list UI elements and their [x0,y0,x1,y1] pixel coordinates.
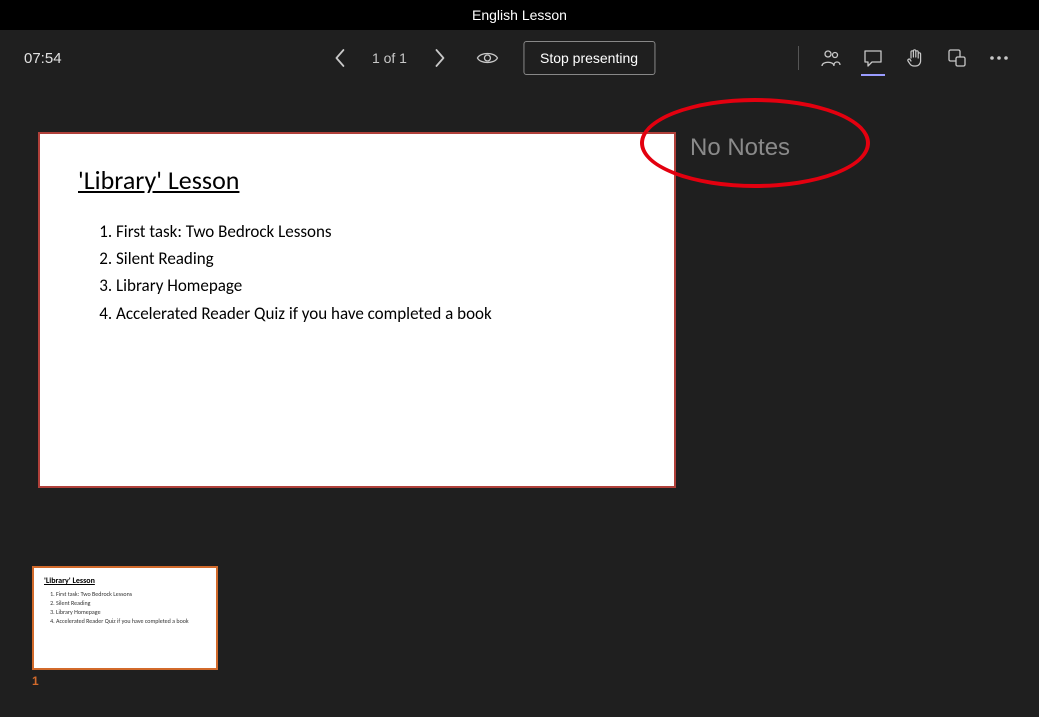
ellipsis-icon [989,55,1009,61]
next-slide-button[interactable] [423,42,455,74]
more-actions-button[interactable] [979,38,1019,78]
stop-presenting-button[interactable]: Stop presenting [523,41,655,75]
chat-button[interactable] [853,38,893,78]
list-item: Accelerated Reader Quiz if you have comp… [56,617,206,626]
thumbnail-strip: 'Library' Lesson First task: Two Bedrock… [32,566,218,688]
chevron-left-icon [333,48,347,68]
list-item: Silent Reading [116,245,636,272]
slide-thumbnail[interactable]: 'Library' Lesson First task: Two Bedrock… [32,566,218,670]
chat-icon [863,48,883,68]
elapsed-timer: 07:54 [24,50,62,67]
thumbnail-number: 1 [32,674,218,688]
thumb-title: 'Library' Lesson [44,576,206,586]
content-area: 'Library' Lesson First task: Two Bedrock… [0,86,1039,717]
participants-button[interactable] [811,38,851,78]
slide-counter: 1 of 1 [364,50,415,66]
current-slide: 'Library' Lesson First task: Two Bedrock… [38,132,676,488]
slide-list: First task: Two Bedrock Lessons Silent R… [78,218,636,327]
presenter-toolbar: 07:54 1 of 1 Stop presenting [0,30,1039,86]
breakout-rooms-button[interactable] [937,38,977,78]
list-item: First task: Two Bedrock Lessons [56,590,206,599]
view-button[interactable] [469,42,505,74]
chevron-right-icon [432,48,446,68]
notes-panel: No Notes [690,134,790,162]
list-item: Library Homepage [116,272,636,299]
rooms-icon [947,48,967,68]
list-item: Accelerated Reader Quiz if you have comp… [116,300,636,327]
list-item: First task: Two Bedrock Lessons [116,218,636,245]
raise-hand-button[interactable] [895,38,935,78]
slide-title: 'Library' Lesson [78,164,636,196]
hand-icon [905,48,925,68]
people-icon [821,48,841,68]
title-bar: English Lesson [0,0,1039,30]
prev-slide-button[interactable] [324,42,356,74]
right-controls [788,38,1019,78]
thumb-list: First task: Two Bedrock Lessons Silent R… [44,590,206,626]
list-item: Library Homepage [56,608,206,617]
center-controls: 1 of 1 Stop presenting [324,41,655,75]
divider [798,46,799,70]
window-title: English Lesson [472,7,567,23]
eye-icon [476,50,498,66]
list-item: Silent Reading [56,599,206,608]
